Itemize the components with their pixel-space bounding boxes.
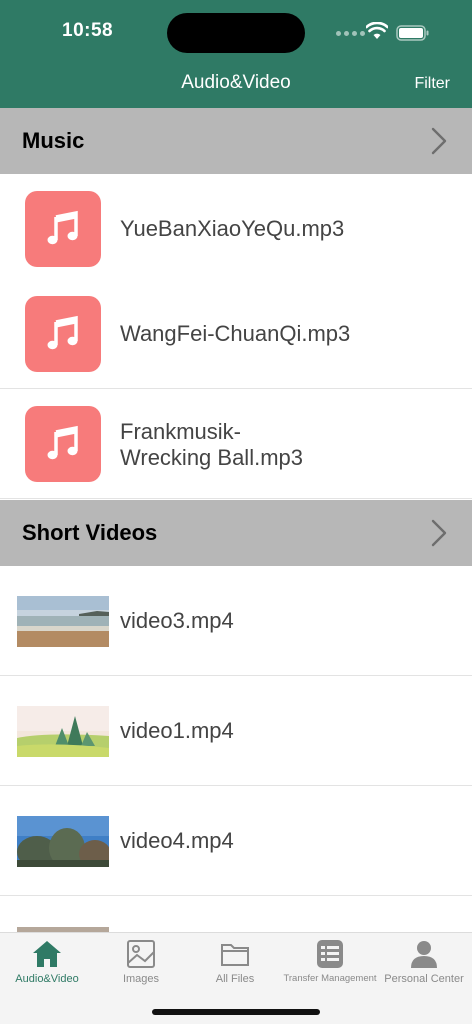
tab-label: Audio&Video bbox=[15, 973, 79, 985]
tab-transfer-management[interactable]: Transfer Management bbox=[283, 933, 377, 993]
tab-all-files[interactable]: All Files bbox=[188, 933, 282, 993]
tab-audio-video[interactable]: Audio&Video bbox=[0, 933, 94, 993]
page-title: Audio&Video bbox=[181, 72, 291, 93]
file-name: Frankmusik- Wrecking Ball.mp3 bbox=[120, 419, 303, 470]
video-thumbnail bbox=[17, 816, 109, 867]
chevron-right-icon bbox=[431, 127, 447, 155]
file-name: video1.mp4 bbox=[120, 718, 234, 743]
cellular-signal-icon bbox=[336, 31, 365, 36]
image-icon bbox=[127, 940, 155, 968]
file-name: video3.mp4 bbox=[120, 608, 234, 633]
tab-images[interactable]: Images bbox=[94, 933, 188, 993]
person-icon bbox=[411, 941, 437, 968]
battery-icon bbox=[396, 25, 429, 41]
home-icon bbox=[33, 941, 61, 967]
tab-personal-center[interactable]: Personal Center bbox=[377, 933, 471, 993]
filter-button[interactable]: Filter bbox=[414, 75, 450, 93]
tab-label: Images bbox=[122, 973, 160, 985]
tab-label: Transfer Management bbox=[283, 973, 377, 984]
list-item[interactable]: WangFei-ChuanQi.mp3 bbox=[0, 279, 472, 389]
list-item[interactable]: Frankmusik- Wrecking Ball.mp3 bbox=[0, 389, 472, 499]
section-title: Short Videos bbox=[22, 520, 158, 545]
list-item[interactable]: video1.mp4 bbox=[0, 676, 472, 786]
section-header-music[interactable]: Music bbox=[0, 108, 472, 174]
list-item[interactable]: YueBanXiaoYeQu.mp3 bbox=[0, 174, 472, 284]
section-title: Music bbox=[22, 128, 85, 153]
chevron-right-icon bbox=[431, 519, 447, 547]
music-note-icon bbox=[25, 406, 101, 482]
folder-icon bbox=[221, 944, 249, 966]
file-name: video4.mp4 bbox=[120, 828, 234, 853]
file-name: WangFei-ChuanQi.mp3 bbox=[120, 321, 351, 346]
list-icon bbox=[317, 940, 343, 968]
tab-label: Personal Center bbox=[384, 973, 464, 985]
video-thumbnail bbox=[17, 706, 109, 757]
file-name: YueBanXiaoYeQu.mp3 bbox=[120, 216, 345, 241]
list-item[interactable]: video3.mp4 bbox=[0, 566, 472, 676]
music-note-icon bbox=[25, 296, 101, 372]
tab-label: All Files bbox=[215, 973, 255, 985]
video-thumbnail bbox=[17, 596, 109, 647]
music-note-icon bbox=[25, 191, 101, 267]
wifi-icon bbox=[366, 22, 388, 39]
home-indicator bbox=[152, 1009, 320, 1015]
status-indicators bbox=[336, 22, 436, 44]
dynamic-island bbox=[167, 13, 305, 53]
header-bar: 10:58 Audio&Video Filter bbox=[0, 0, 472, 108]
section-header-short-videos[interactable]: Short Videos bbox=[0, 500, 472, 566]
list-item[interactable]: video4.mp4 bbox=[0, 786, 472, 896]
status-time: 10:58 bbox=[62, 20, 114, 41]
